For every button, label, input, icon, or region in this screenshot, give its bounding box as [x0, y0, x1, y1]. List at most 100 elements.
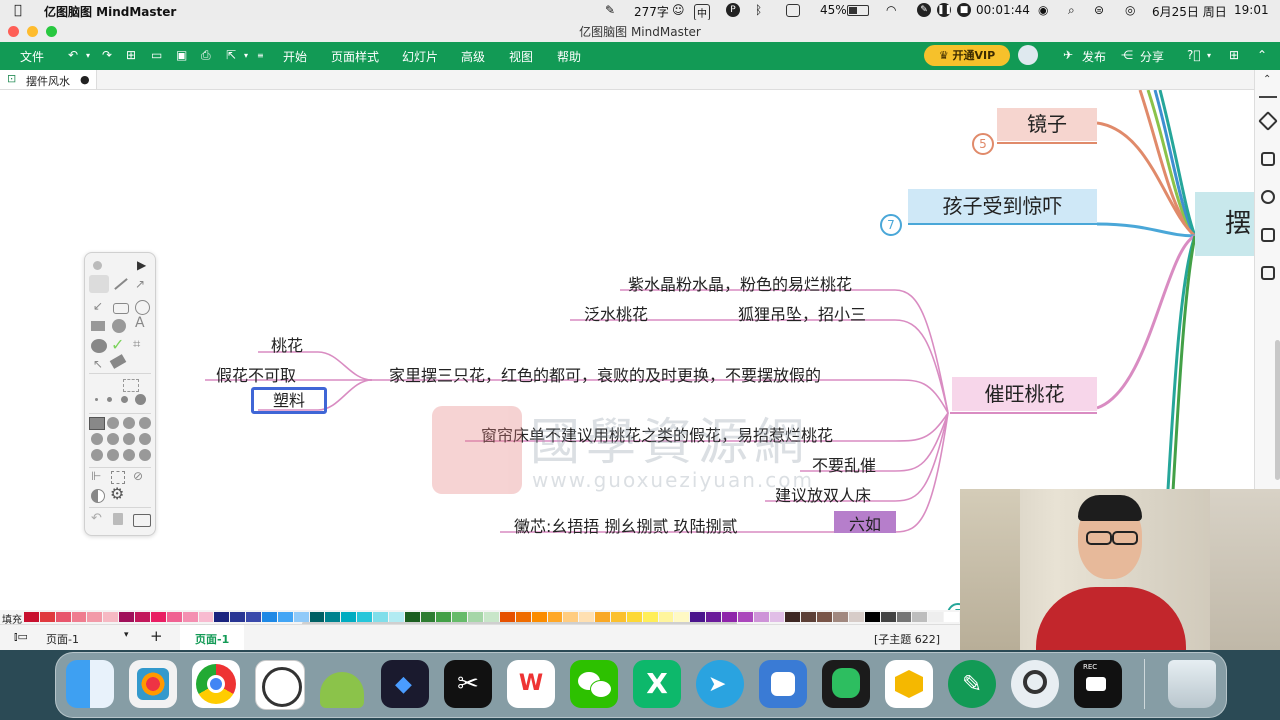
color-swatch-11[interactable] [123, 449, 135, 461]
dock-docs-icon[interactable] [759, 660, 807, 708]
circle-fill-icon[interactable] [112, 319, 126, 333]
help-icon[interactable]: ?⃝ [1187, 48, 1201, 62]
dock-wechat-icon[interactable] [570, 660, 618, 708]
palette-swatch[interactable] [484, 612, 499, 622]
pointer-icon[interactable]: ↖ [93, 357, 103, 371]
palette-swatch[interactable] [55, 612, 71, 622]
image-icon[interactable] [1261, 152, 1275, 166]
palette-swatch[interactable] [515, 612, 531, 622]
palette-swatch[interactable] [436, 612, 452, 622]
avatar[interactable] [1018, 45, 1038, 65]
color-swatch-5[interactable] [91, 433, 103, 445]
color-swatch-6[interactable] [107, 433, 119, 445]
menubar-app-name[interactable]: 亿图脑图 MindMaster [44, 3, 176, 20]
palette-swatch[interactable] [261, 612, 277, 622]
palette-swatch[interactable] [928, 612, 944, 622]
palette-swatch[interactable] [325, 612, 341, 622]
left-item-peach[interactable]: 桃花 [271, 332, 303, 356]
palette-swatch[interactable] [737, 612, 753, 622]
clipboard-icon[interactable] [786, 4, 800, 17]
share-button[interactable]: 分享 [1140, 48, 1164, 65]
stroke-size-4[interactable] [135, 394, 146, 405]
page-select[interactable]: 页面-1 [46, 631, 79, 647]
topic-child-scared[interactable]: 孩子受到惊吓 [908, 189, 1097, 223]
color-swatch-7[interactable] [123, 433, 135, 445]
palette-swatch[interactable] [674, 612, 690, 622]
unsaved-dot-icon[interactable]: ● [80, 73, 90, 86]
palette-swatch[interactable] [373, 612, 388, 622]
rect-fill-icon[interactable] [91, 321, 105, 331]
palette-swatch[interactable] [214, 612, 230, 622]
publish-icon[interactable]: ✈ [1063, 48, 1073, 62]
help-dropdown-icon[interactable]: ▾ [1207, 51, 1211, 60]
palette-swatch[interactable] [722, 612, 737, 622]
palette-swatch[interactable] [833, 612, 848, 622]
palette-swatch[interactable] [293, 612, 309, 622]
export-icon[interactable]: ⇱ [226, 48, 236, 62]
pen-icon[interactable]: ✎ [605, 3, 615, 17]
undo-draw-icon[interactable]: ↶ [91, 511, 102, 526]
palette-swatch[interactable] [309, 612, 325, 622]
palette-swatch[interactable] [499, 612, 515, 622]
battery-icon[interactable] [847, 5, 869, 16]
export-dropdown-icon[interactable]: ▾ [244, 51, 248, 60]
dock-infuse-icon[interactable]: ◆ [381, 660, 429, 708]
dock-screen-recorder-icon[interactable]: REC [1074, 660, 1122, 708]
page-list-icon[interactable]: ⫾▭ [14, 630, 28, 644]
text-tool-icon[interactable]: A [135, 315, 145, 331]
dock-mindmaster-icon[interactable]: ✎ [948, 660, 996, 708]
palette-swatch[interactable] [690, 612, 706, 622]
palette-swatch[interactable] [658, 612, 674, 622]
palette-swatch[interactable] [71, 612, 87, 622]
share-icon[interactable]: ⋲ [1121, 48, 1133, 62]
redo-icon[interactable]: ↷ [102, 48, 112, 62]
palette-swatch[interactable] [880, 612, 896, 622]
select-area-icon[interactable] [111, 471, 125, 484]
stop-circle-icon[interactable]: ■ [957, 3, 971, 17]
palette-swatch[interactable] [246, 612, 261, 622]
stroke-size-2[interactable] [107, 397, 112, 402]
menu-view[interactable]: 视图 [509, 48, 533, 65]
control-center-icon[interactable]: ⊜ [1094, 3, 1104, 17]
page-select-dropdown-icon[interactable]: ▾ [124, 630, 129, 640]
palette-swatch[interactable] [753, 612, 769, 622]
color-swatch-12[interactable] [139, 449, 151, 461]
palette-swatch[interactable] [817, 612, 833, 622]
palette-swatch[interactable] [769, 612, 785, 622]
more-icon[interactable]: ≡ [257, 51, 264, 60]
palette-swatch[interactable] [452, 612, 468, 622]
edit-circle-icon[interactable]: ✎ [917, 3, 931, 17]
check-icon[interactable]: ✓ [111, 335, 124, 354]
crop-icon[interactable]: ⌗ [133, 337, 140, 352]
settings-gear-icon[interactable]: ⚙ [110, 484, 124, 503]
topic-peach-blossom[interactable]: 催旺桃花 [952, 377, 1097, 411]
color-swatch-2[interactable] [107, 417, 119, 429]
palette-swatch[interactable] [563, 612, 579, 622]
diagonal-arrow-icon[interactable]: ↙ [93, 299, 103, 313]
undo-icon[interactable]: ↶ [68, 48, 78, 62]
apple-icon[interactable]:  [14, 3, 22, 18]
add-page-icon[interactable]: + [150, 627, 163, 645]
dock-trash-icon[interactable] [1168, 660, 1216, 708]
folder-icon[interactable] [133, 514, 151, 527]
palette-swatch[interactable] [912, 612, 928, 622]
palette-swatch[interactable] [785, 612, 801, 622]
shape-tool-icon[interactable] [91, 339, 107, 353]
palette-swatch[interactable] [579, 612, 595, 622]
menu-start[interactable]: 开始 [283, 48, 307, 65]
dock-webcam-icon[interactable] [1011, 660, 1059, 708]
root-topic[interactable]: 摆 [1195, 192, 1254, 256]
palette-swatch[interactable] [610, 612, 626, 622]
palette-swatch[interactable] [103, 612, 119, 622]
palette-swatch[interactable] [944, 612, 959, 622]
palette-swatch[interactable] [642, 612, 658, 622]
save-icon[interactable]: ▣ [176, 48, 187, 62]
palette-swatch[interactable] [230, 612, 246, 622]
arrow-tool-icon[interactable]: ↗ [135, 277, 145, 291]
palette-swatch[interactable] [706, 612, 722, 622]
search-icon[interactable]: ⌕ [1068, 3, 1075, 18]
play-icon[interactable]: ▶ [137, 258, 146, 272]
line-tool-icon[interactable] [114, 278, 128, 290]
opacity-icon[interactable] [91, 489, 105, 503]
palette-swatch[interactable] [388, 612, 404, 622]
